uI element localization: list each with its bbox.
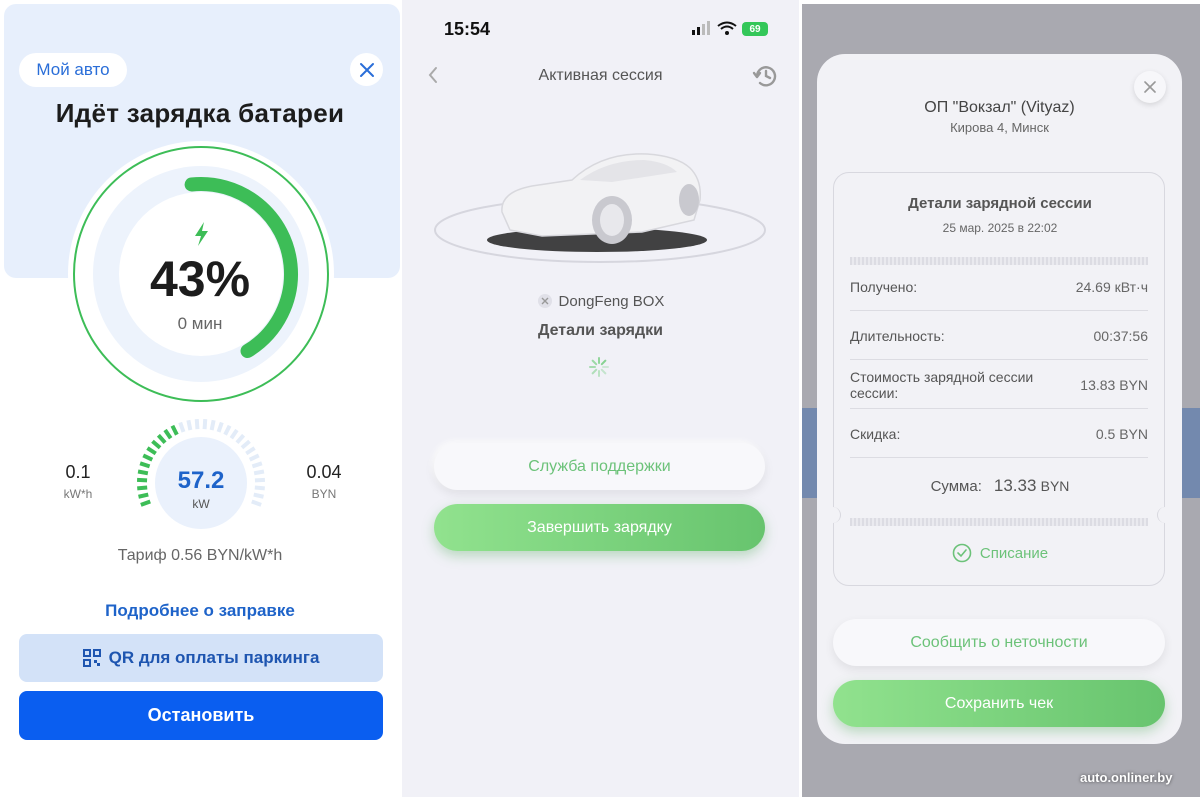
receipt-panel: ОП "Вокзал" (Vityaz) Кирова 4, Минск Дет… bbox=[802, 4, 1200, 797]
energy-value: 0.1 bbox=[65, 462, 91, 482]
stop-button[interactable]: Остановить bbox=[19, 691, 383, 740]
status-time: 15:54 bbox=[444, 19, 491, 39]
report-inaccuracy-button[interactable]: Сообщить о неточности bbox=[833, 619, 1165, 666]
dial-tick bbox=[137, 469, 149, 476]
dial-tick bbox=[216, 421, 224, 433]
receipt-row: Скидка: 0.5 BYN bbox=[850, 410, 1148, 458]
dial-tick bbox=[209, 419, 216, 431]
receipt-modal: ОП "Вокзал" (Vityaz) Кирова 4, Минск Дет… bbox=[817, 54, 1182, 744]
receipt-notch bbox=[825, 507, 841, 523]
cost-value: 0.04 bbox=[306, 462, 342, 482]
receipt-divider bbox=[850, 518, 1148, 526]
status-bar-icons bbox=[692, 21, 737, 35]
power-unit: kW bbox=[192, 497, 210, 511]
dial-tick bbox=[253, 492, 264, 499]
charging-panel: Мой авто Идёт зарядка батареи 43% 0 мин … bbox=[0, 0, 400, 800]
energy-unit: kW*h bbox=[63, 487, 93, 501]
payment-status: Списание bbox=[834, 543, 1166, 563]
qr-parking-button[interactable]: QR для оплаты паркинга bbox=[19, 634, 383, 682]
dial-tick bbox=[156, 433, 167, 445]
dial-tick bbox=[178, 421, 186, 433]
charging-details-heading: Детали зарядки bbox=[538, 322, 663, 339]
loading-spinner-icon bbox=[589, 357, 609, 377]
support-button[interactable]: Служба поддержки bbox=[434, 443, 765, 490]
receipt-title: Детали зарядной сессии bbox=[908, 195, 1092, 212]
finish-charging-button[interactable]: Завершить зарядку bbox=[434, 504, 765, 551]
battery-icon: 69 bbox=[742, 22, 768, 36]
receipt-row: Стоимость зарядной сессии сессии: 13.83 … bbox=[850, 361, 1148, 409]
dial-tick bbox=[251, 499, 262, 507]
dial-tick bbox=[223, 424, 232, 436]
time-left: 0 мин bbox=[177, 314, 223, 333]
station-name: ОП "Вокзал" (Vityaz) bbox=[924, 99, 1075, 116]
dial-tick bbox=[251, 461, 263, 469]
dial-tick bbox=[170, 424, 179, 436]
dial-tick bbox=[138, 492, 149, 499]
row-label: Стоимость зарядной сессии сессии: bbox=[850, 368, 1034, 401]
car-name: DongFeng BOX bbox=[402, 293, 799, 310]
power-value: 57.2 bbox=[177, 467, 225, 494]
car-image bbox=[434, 153, 766, 263]
cost-stat: 0.04 BYN bbox=[284, 462, 364, 501]
car-name-text: DongFeng BOX bbox=[558, 293, 665, 310]
row-value: 13.83 BYN bbox=[1080, 376, 1148, 393]
check-circle-icon bbox=[952, 543, 972, 563]
total-row: Сумма: 13.33 BYN bbox=[834, 476, 1166, 496]
row-label: Скидка: bbox=[850, 425, 901, 442]
wifi-icon bbox=[717, 21, 737, 35]
dial-tick bbox=[202, 419, 208, 430]
receipt-date: 25 мар. 2025 в 22:02 bbox=[942, 221, 1058, 235]
row-value: 24.69 кВт·ч bbox=[1075, 278, 1148, 295]
background-blur bbox=[1182, 408, 1200, 498]
dial-tick bbox=[229, 428, 239, 440]
car-brand-icon bbox=[537, 294, 552, 308]
row-value: 0.5 BYN bbox=[1095, 425, 1148, 442]
payment-status-label: Списание bbox=[979, 544, 1049, 562]
active-session-panel: 15:54 69 Активная сессия DongFeng BOX Де… bbox=[402, 0, 799, 797]
receipt-row: Получено: 24.69 кВт·ч bbox=[850, 263, 1148, 311]
dial-tick bbox=[186, 419, 193, 431]
page-title: Активная сессия bbox=[538, 67, 663, 84]
close-icon bbox=[1144, 81, 1156, 93]
energy-stat: 0.1 kW*h bbox=[38, 462, 118, 501]
dial-tick bbox=[139, 461, 151, 469]
dial-tick bbox=[151, 439, 162, 450]
receipt-notch bbox=[1157, 507, 1173, 523]
watermark: auto.onliner.by bbox=[1080, 770, 1173, 785]
dial-tick bbox=[140, 499, 151, 507]
save-receipt-button[interactable]: Сохранить чек bbox=[833, 680, 1165, 727]
dial-tick bbox=[194, 419, 200, 430]
dial-tick bbox=[163, 428, 173, 440]
station-address: Кирова 4, Минск bbox=[950, 120, 1049, 135]
signal-icon bbox=[692, 21, 710, 35]
total-currency: BYN bbox=[1040, 478, 1070, 494]
dial-tick bbox=[245, 446, 256, 456]
dial-tick bbox=[248, 453, 260, 462]
dial-tick bbox=[235, 433, 246, 445]
qr-code-icon bbox=[82, 649, 101, 667]
row-value: 00:37:56 bbox=[1093, 327, 1149, 344]
total-label: Сумма: bbox=[930, 478, 982, 495]
dial-tick bbox=[240, 439, 251, 450]
qr-button-label: QR для оплаты паркинга bbox=[108, 648, 320, 667]
total-amount: 13.33 bbox=[993, 476, 1037, 495]
tariff-label: Тариф 0.56 BYN/kW*h bbox=[117, 547, 283, 564]
screenshot-collage: Мой авто Идёт зарядка батареи 43% 0 мин … bbox=[0, 0, 1200, 800]
dial-tick bbox=[146, 446, 157, 456]
row-label: Длительность: bbox=[850, 327, 945, 344]
dial-tick bbox=[253, 469, 265, 476]
dial-tick bbox=[142, 453, 154, 462]
cost-unit: BYN bbox=[311, 487, 337, 501]
more-info-link[interactable]: Подробнее о заправке bbox=[0, 601, 400, 621]
receipt-row: Длительность: 00:37:56 bbox=[850, 312, 1148, 360]
receipt-card: Детали зарядной сессии 25 мар. 2025 в 22… bbox=[825, 172, 1173, 586]
dial-tick bbox=[137, 485, 148, 491]
charge-percent: 43% bbox=[149, 251, 251, 307]
history-icon[interactable] bbox=[752, 62, 780, 90]
dial-tick bbox=[254, 485, 265, 491]
row-label: Получено: bbox=[850, 278, 918, 295]
